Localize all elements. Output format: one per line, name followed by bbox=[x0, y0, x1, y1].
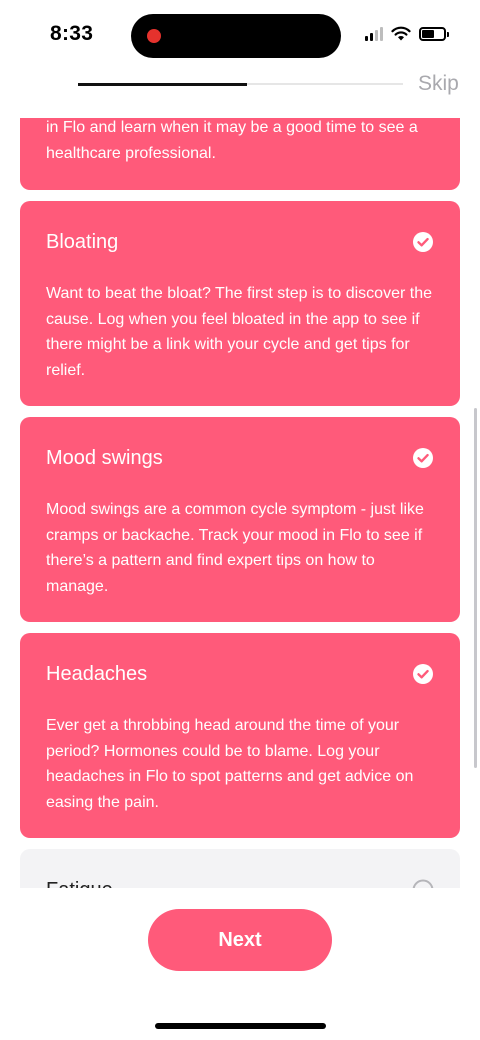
check-circle-icon bbox=[413, 232, 433, 252]
symptom-list[interactable]: in Flo and learn when it may be a good t… bbox=[0, 118, 480, 890]
symptom-card-title: Bloating bbox=[46, 231, 119, 253]
status-time: 8:33 bbox=[50, 22, 94, 45]
symptom-card-previous[interactable]: in Flo and learn when it may be a good t… bbox=[20, 118, 460, 190]
status-icons bbox=[365, 26, 449, 41]
symptom-card-description: Mood swings are a common cycle symptom -… bbox=[46, 501, 424, 595]
progress-fill bbox=[78, 82, 247, 86]
scrollbar[interactable] bbox=[474, 408, 477, 768]
cellular-signal-icon bbox=[365, 26, 383, 41]
symptom-card-title: Mood swings bbox=[46, 447, 163, 469]
status-bar: 8:33 bbox=[0, 0, 480, 70]
symptom-card-description: in Flo and learn when it may be a good t… bbox=[46, 119, 418, 162]
wifi-icon bbox=[391, 26, 411, 41]
dynamic-island bbox=[131, 14, 341, 58]
battery-icon bbox=[419, 26, 449, 41]
symptom-card-description: Ever get a throbbing head around the tim… bbox=[46, 717, 414, 811]
onboarding-progress-bar bbox=[78, 82, 403, 86]
home-indicator[interactable] bbox=[155, 1023, 326, 1029]
skip-button[interactable]: Skip bbox=[418, 72, 459, 96]
symptom-card-bloating[interactable]: Bloating Want to beat the bloat? The fir… bbox=[20, 201, 460, 406]
symptom-card-headaches[interactable]: Headaches Ever get a throbbing head arou… bbox=[20, 633, 460, 838]
symptom-card-fatigue[interactable]: Fatigue bbox=[20, 849, 460, 890]
next-button[interactable]: Next bbox=[148, 909, 332, 971]
check-circle-icon bbox=[413, 448, 433, 468]
symptom-card-mood-swings[interactable]: Mood swings Mood swings are a common cyc… bbox=[20, 417, 460, 622]
symptom-card-title: Headaches bbox=[46, 663, 148, 685]
check-circle-icon bbox=[413, 664, 433, 684]
symptom-card-description: Want to beat the bloat? The first step i… bbox=[46, 285, 432, 379]
recording-dot-icon bbox=[147, 29, 161, 43]
